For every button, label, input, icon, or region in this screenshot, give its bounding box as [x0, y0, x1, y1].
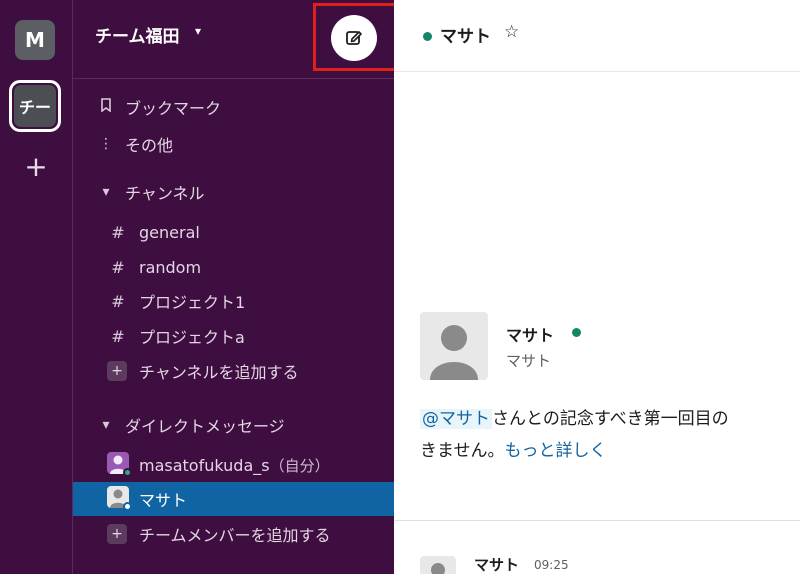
dm-label: マサト: [139, 491, 188, 510]
sidebar-item-label: ブックマーク: [125, 99, 222, 118]
workspace-m[interactable]: M: [15, 20, 55, 60]
plus-icon: +: [107, 524, 129, 544]
add-member-button[interactable]: + チームメンバーを追加する: [73, 517, 395, 551]
main-pane: マサト ☆ マサト マサト @マサト さんとの記念すべき第一回目の きません。もっ…: [394, 0, 800, 574]
message-author[interactable]: マサト: [474, 554, 519, 574]
channel-label: general: [139, 222, 200, 242]
sidebar-item-channel-projecta[interactable]: # プロジェクトa: [73, 319, 395, 353]
channel-label: プロジェクト1: [139, 293, 246, 312]
channel-header: マサト ☆: [394, 0, 800, 72]
workspace-rail: M チー +: [0, 0, 72, 574]
workspace-team[interactable]: チー: [14, 85, 56, 127]
sidebar-item-dm-masato[interactable]: マサト: [73, 482, 395, 516]
intro-text: @マサト さんとの記念すべき第一回目の: [420, 409, 729, 429]
user-avatar-icon: [107, 452, 132, 478]
compose-icon: [346, 31, 362, 45]
add-channel-button[interactable]: + チャンネルを追加する: [73, 354, 395, 388]
message-avatar[interactable]: [420, 556, 456, 574]
sidebar-item-channel-random[interactable]: # random: [73, 250, 395, 284]
compose-button[interactable]: [331, 15, 377, 61]
profile-avatar[interactable]: [420, 312, 488, 380]
channel-label: プロジェクトa: [139, 328, 245, 347]
sidebar-item-more[interactable]: ⋮ その他: [73, 127, 395, 161]
sidebar-item-channel-project1[interactable]: # プロジェクト1: [73, 284, 395, 318]
channels-section-header[interactable]: ▾ チャンネル: [73, 175, 395, 209]
sidebar-item-dm-self[interactable]: masatofukuda_s（自分）: [73, 448, 395, 482]
sidebar-item-bookmarks[interactable]: ブックマーク: [73, 90, 395, 124]
channel-title[interactable]: マサト: [440, 22, 491, 47]
sidebar: チーム福田 ▾ ブックマーク ⋮ その他 ▾ チャンネル # general #…: [72, 0, 405, 574]
dm-section-header[interactable]: ▾ ダイレクトメッセージ: [73, 408, 395, 442]
intro-text-continued: きません。もっと詳しく: [420, 441, 607, 461]
caret-down-icon: ▾: [102, 417, 110, 433]
sidebar-header-divider: [73, 78, 395, 79]
online-status-dot: [423, 32, 432, 41]
message-timestamp[interactable]: 09:25: [534, 558, 569, 572]
channel-label: random: [139, 257, 202, 277]
presence-dot: [123, 502, 132, 511]
bookmark-icon: [95, 98, 117, 116]
hash-icon: #: [111, 222, 125, 242]
profile-name[interactable]: マサト: [506, 322, 554, 346]
message-divider: [394, 520, 800, 521]
add-member-label: チームメンバーを追加する: [139, 526, 331, 545]
add-workspace-plus-icon[interactable]: +: [22, 153, 50, 181]
hash-icon: #: [111, 257, 125, 277]
section-label: ダイレクトメッセージ: [125, 417, 285, 436]
plus-icon: +: [107, 361, 129, 381]
add-channel-label: チャンネルを追加する: [139, 363, 299, 382]
profile-subtitle: マサト: [506, 352, 552, 370]
online-status-dot: [572, 328, 581, 337]
team-name[interactable]: チーム福田: [95, 22, 180, 47]
more-vertical-icon: ⋮: [99, 136, 113, 152]
sidebar-item-channel-general[interactable]: # general: [73, 215, 395, 249]
section-label: チャンネル: [125, 184, 205, 203]
user-avatar-icon: [107, 486, 132, 512]
hash-icon: #: [111, 291, 125, 311]
mention-link[interactable]: @マサト: [420, 409, 492, 429]
learn-more-link[interactable]: もっと詳しく: [505, 441, 607, 461]
presence-dot: [123, 468, 132, 477]
user-avatar-icon: [431, 563, 445, 574]
star-icon[interactable]: ☆: [504, 22, 519, 42]
user-avatar-icon: [430, 325, 478, 380]
sidebar-item-label: その他: [125, 136, 174, 155]
dm-label: masatofukuda_s（自分）: [139, 455, 330, 475]
caret-down-icon: ▾: [102, 184, 110, 200]
chevron-down-icon[interactable]: ▾: [195, 24, 201, 38]
hash-icon: #: [111, 326, 125, 346]
